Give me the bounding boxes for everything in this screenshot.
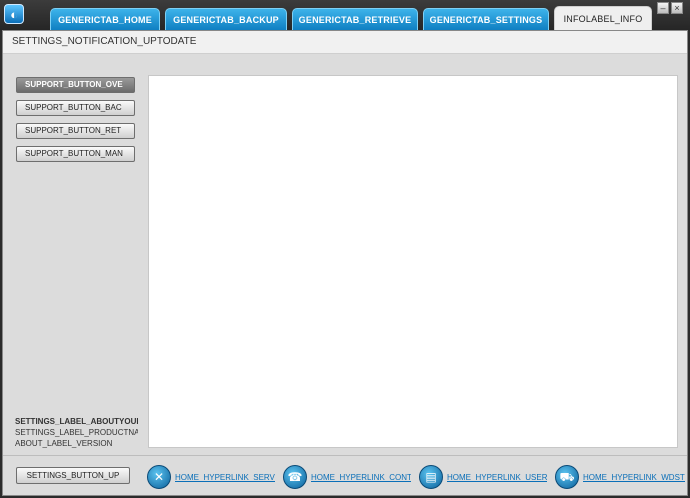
support-button-backup[interactable]: SUPPORT_BUTTON_BAC — [16, 100, 135, 116]
contact-link[interactable]: HOME_HYPERLINK_CONTACT — [311, 473, 411, 482]
close-button[interactable]: × — [671, 2, 683, 14]
update-button[interactable]: SETTINGS_BUTTON_UP — [16, 467, 130, 484]
tools-icon[interactable]: ✕ — [147, 465, 171, 489]
tab-retrieve[interactable]: GENERICTAB_RETRIEVE — [292, 8, 418, 30]
about-label: SETTINGS_LABEL_ABOUTYOURS — [15, 417, 138, 426]
store-link[interactable]: HOME_HYPERLINK_WDSTORE — [583, 473, 685, 482]
service-link[interactable]: HOME_HYPERLINK_SERVICE — [175, 473, 275, 482]
tab-info[interactable]: INFOLABEL_INFO — [554, 6, 652, 31]
app-logo-icon: ◐ — [4, 4, 24, 24]
minimize-button[interactable]: – — [657, 2, 669, 14]
content-area — [148, 75, 678, 448]
phone-icon[interactable]: ☎ — [283, 465, 307, 489]
title-bar: ◐ – × GENERICTAB_HOME GENERICTAB_BACKUP … — [0, 0, 690, 31]
cart-icon[interactable]: ⛟ — [555, 465, 579, 489]
notification-text: SETTINGS_NOTIFICATION_UPTODATE — [12, 36, 197, 47]
support-button-overview[interactable]: SUPPORT_BUTTON_OVE — [16, 77, 135, 93]
support-button-manage[interactable]: SUPPORT_BUTTON_MAN — [16, 146, 135, 162]
notification-bar: SETTINGS_NOTIFICATION_UPTODATE — [3, 31, 687, 54]
user-manual-link[interactable]: HOME_HYPERLINK_USERMAN — [447, 473, 547, 482]
tab-settings[interactable]: GENERICTAB_SETTINGS — [423, 8, 549, 30]
book-icon[interactable]: ▤ — [419, 465, 443, 489]
version-label: ABOUT_LABEL_VERSION — [15, 439, 113, 448]
main-panel: SETTINGS_NOTIFICATION_UPTODATE SUPPORT_B… — [2, 30, 688, 496]
tab-backup[interactable]: GENERICTAB_BACKUP — [165, 8, 287, 30]
footer-divider — [3, 455, 687, 456]
support-button-retrieve[interactable]: SUPPORT_BUTTON_RET — [16, 123, 135, 139]
tab-home[interactable]: GENERICTAB_HOME — [50, 8, 160, 30]
product-name-label: SETTINGS_LABEL_PRODUCTNAM — [15, 428, 138, 437]
